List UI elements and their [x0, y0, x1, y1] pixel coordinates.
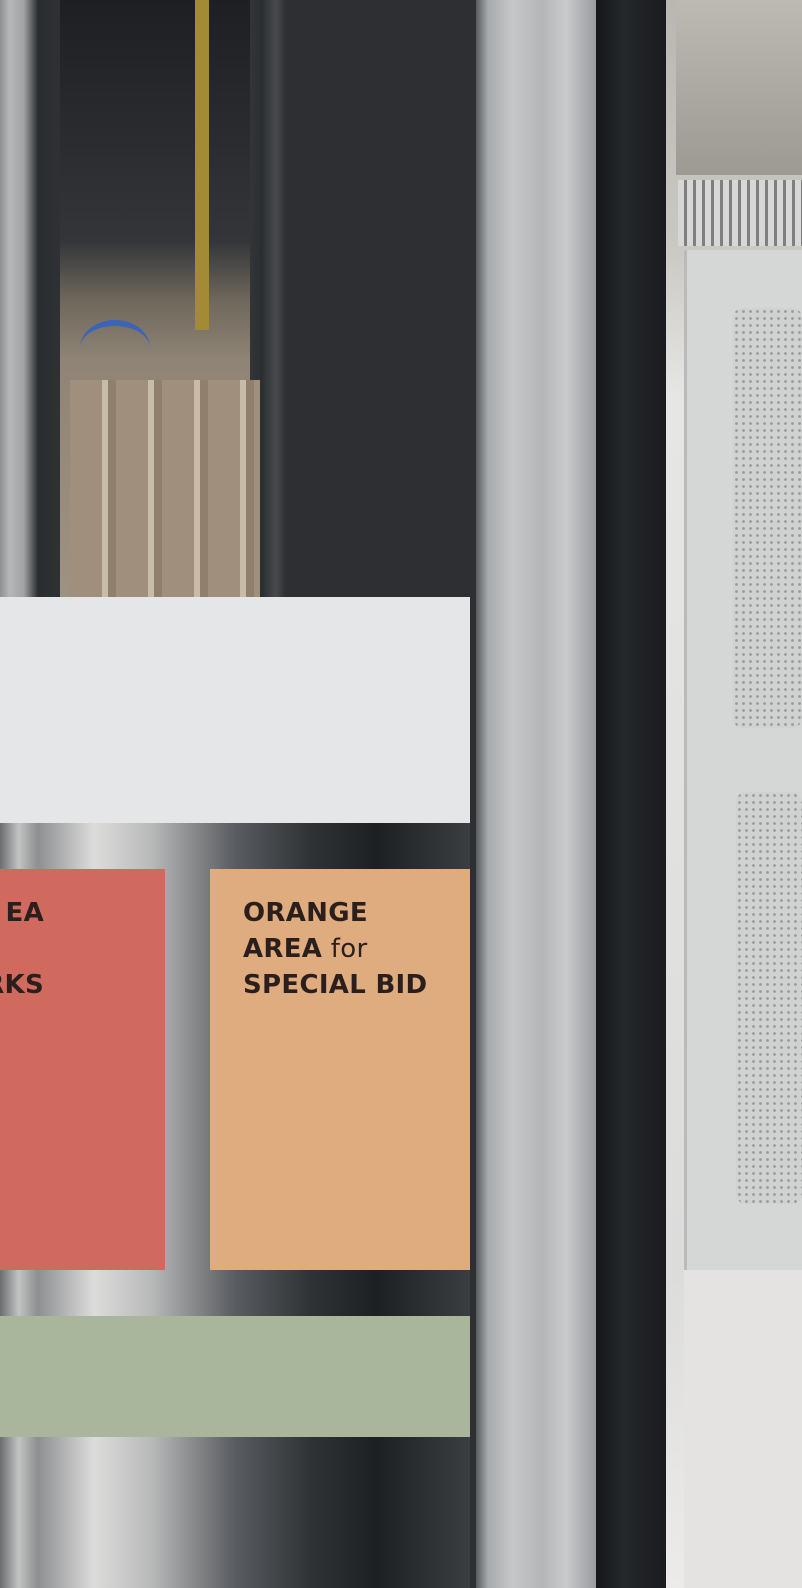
floor: [684, 1270, 802, 1588]
blue-cable: [80, 320, 150, 376]
red-label-line3: RKS: [0, 970, 44, 1000]
orange-area-panel: ORANGE AREA for SPECIAL BID: [210, 869, 470, 1270]
orange-label-line2: AREA for: [243, 931, 427, 967]
orange-label-for: for: [322, 934, 368, 964]
orange-area-label: ORANGE AREA for SPECIAL BID: [243, 895, 427, 1003]
vent-grille-top: [733, 308, 802, 728]
orange-label-line3: SPECIAL BID: [243, 970, 428, 1000]
red-area-panel: EA RKS: [0, 869, 165, 1270]
red-area-label: EA RKS: [0, 895, 44, 1003]
black-post: [596, 0, 666, 1588]
vent-grille-bottom: [736, 792, 802, 1204]
orange-label-area: AREA: [243, 934, 323, 964]
red-label-line2: [0, 931, 44, 967]
ceiling: [676, 0, 802, 175]
gray-panel: [0, 597, 470, 823]
equipment-cards: [70, 380, 260, 598]
green-panel: [0, 1316, 470, 1437]
metal-frame: [476, 0, 596, 1588]
orange-label-line1: ORANGE: [243, 898, 368, 928]
equipment-strip: [678, 180, 802, 246]
red-label-line1: EA: [5, 898, 44, 928]
yellow-rail: [195, 0, 209, 330]
